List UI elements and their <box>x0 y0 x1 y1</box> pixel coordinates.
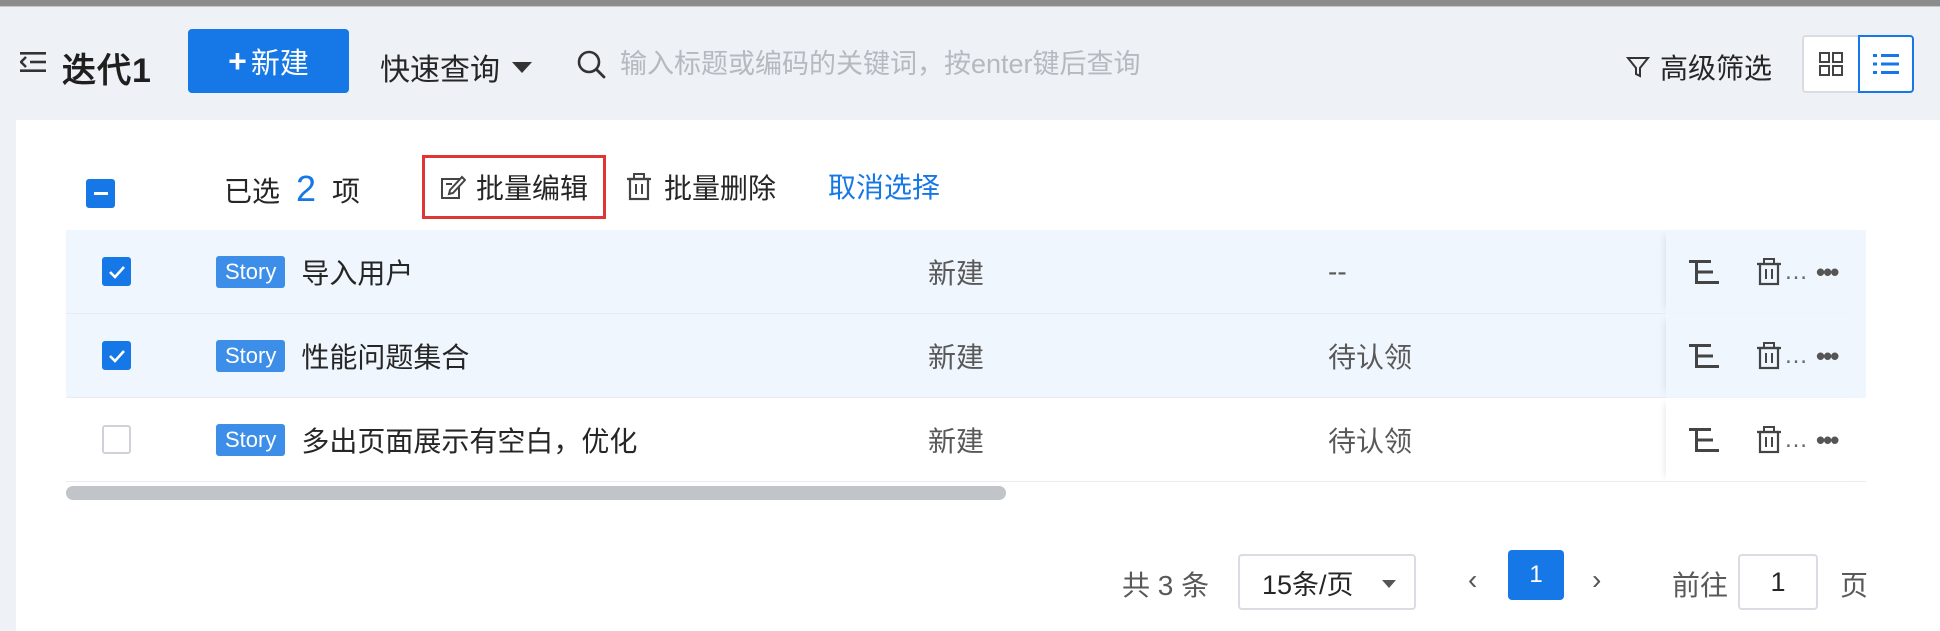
list-view-button[interactable] <box>1858 35 1914 93</box>
grid-icon <box>1819 52 1843 76</box>
bulk-action-bar: 已选 2 项 批量编辑 批量删除 取消选择 <box>16 120 1940 230</box>
list-icon <box>1873 54 1899 74</box>
more-icon[interactable]: ••• <box>1816 341 1839 372</box>
caret-down-icon <box>512 61 532 73</box>
select-all-checkbox[interactable] <box>86 179 115 208</box>
bulk-edit-label: 批量编辑 <box>475 173 588 204</box>
pagination: 共 3 条 15条/页 ‹ 1 › 前往 页 <box>16 550 1940 610</box>
delete-icon[interactable] <box>1756 426 1782 454</box>
row-checkbox[interactable] <box>102 341 131 370</box>
truncated-action: … <box>1784 426 1808 453</box>
card-view-button[interactable] <box>1802 35 1858 93</box>
plus-icon: + <box>228 42 247 79</box>
horizontal-scrollbar[interactable] <box>66 486 1006 500</box>
page-title: 迭代1 <box>62 52 152 90</box>
more-icon[interactable]: ••• <box>1816 425 1839 456</box>
owner-cell: -- <box>1328 256 1347 287</box>
bulk-delete-button[interactable]: 批量删除 <box>626 167 776 207</box>
bulk-delete-label: 批量删除 <box>664 173 777 204</box>
hierarchy-icon[interactable] <box>1688 342 1720 370</box>
new-button-label: 新建 <box>250 48 309 80</box>
page-size-value: 15条/页 <box>1262 569 1354 600</box>
title-cell[interactable]: Story 导入用户 <box>216 230 413 314</box>
selected-suffix: 项 <box>332 176 361 207</box>
new-button[interactable]: + 新建 <box>188 29 349 93</box>
type-tag: Story <box>216 340 286 372</box>
truncated-action: … <box>1784 258 1808 285</box>
check-icon <box>108 349 125 363</box>
more-icon[interactable]: ••• <box>1816 257 1839 288</box>
hierarchy-icon[interactable] <box>1688 258 1720 286</box>
table-row[interactable]: Story 性能问题集合 新建 待认领 … ••• <box>66 314 1866 398</box>
total-count: 共 3 条 <box>1122 570 1210 601</box>
row-checkbox[interactable] <box>102 257 131 286</box>
collapse-menu-icon[interactable] <box>19 51 46 73</box>
delete-icon[interactable] <box>1756 342 1782 370</box>
header-bar: 迭代1 + 新建 快速查询 高级筛选 <box>0 7 1940 117</box>
item-title[interactable]: 多出页面展示有空白，优化 <box>301 420 637 460</box>
search-input[interactable] <box>620 48 1210 80</box>
title-cell[interactable]: Story 性能问题集合 <box>216 314 469 398</box>
type-tag: Story <box>216 424 286 456</box>
check-icon <box>108 265 125 279</box>
advanced-filter-button[interactable]: 高级筛选 <box>1626 47 1772 87</box>
status-cell: 新建 <box>928 342 985 373</box>
trash-icon <box>627 173 651 201</box>
content-panel: 已选 2 项 批量编辑 批量删除 取消选择 Story 导入用户 新建 -- …… <box>16 120 1940 631</box>
cancel-selection-link[interactable]: 取消选择 <box>828 166 940 206</box>
window-top-edge <box>0 0 1940 7</box>
selected-count-text: 已选 2 项 <box>224 168 360 210</box>
bulk-edit-button[interactable]: 批量编辑 <box>422 155 606 219</box>
selected-prefix: 已选 <box>224 176 281 207</box>
page-unit-label: 页 <box>1840 570 1869 601</box>
prev-page-icon[interactable]: ‹ <box>1468 564 1477 596</box>
search-box[interactable] <box>576 41 1216 87</box>
goto-label: 前往 <box>1672 570 1729 601</box>
quick-query-label: 快速查询 <box>380 54 500 87</box>
hierarchy-icon[interactable] <box>1688 426 1720 454</box>
owner-cell: 待认领 <box>1328 342 1413 373</box>
edit-icon <box>440 175 466 199</box>
owner-cell: 待认领 <box>1328 426 1413 457</box>
truncated-action: … <box>1784 342 1808 369</box>
title-cell[interactable]: Story 多出页面展示有空白，优化 <box>216 398 637 482</box>
row-actions: … ••• <box>1666 230 1866 314</box>
advanced-filter-label: 高级筛选 <box>1660 53 1773 84</box>
page-size-select[interactable]: 15条/页 <box>1238 554 1416 610</box>
row-checkbox[interactable] <box>102 425 131 454</box>
page-number-current[interactable]: 1 <box>1508 550 1564 600</box>
status-cell: 新建 <box>928 426 985 457</box>
item-title[interactable]: 性能问题集合 <box>301 336 469 376</box>
goto-page-input[interactable] <box>1738 554 1818 610</box>
type-tag: Story <box>216 256 286 288</box>
filter-icon <box>1626 57 1650 78</box>
row-actions: … ••• <box>1666 314 1866 398</box>
table-row[interactable]: Story 导入用户 新建 -- … ••• <box>66 230 1866 314</box>
item-title[interactable]: 导入用户 <box>301 252 413 292</box>
row-actions: … ••• <box>1666 398 1866 482</box>
caret-down-icon <box>1382 580 1396 588</box>
search-icon <box>577 50 606 79</box>
view-toggle <box>1802 35 1914 93</box>
table-row[interactable]: Story 多出页面展示有空白，优化 新建 待认领 … ••• <box>66 398 1866 482</box>
status-cell: 新建 <box>928 258 985 289</box>
quick-query-dropdown[interactable]: 快速查询 <box>380 45 532 89</box>
delete-icon[interactable] <box>1756 258 1782 286</box>
next-page-icon[interactable]: › <box>1592 564 1601 596</box>
selected-count: 2 <box>296 168 317 209</box>
